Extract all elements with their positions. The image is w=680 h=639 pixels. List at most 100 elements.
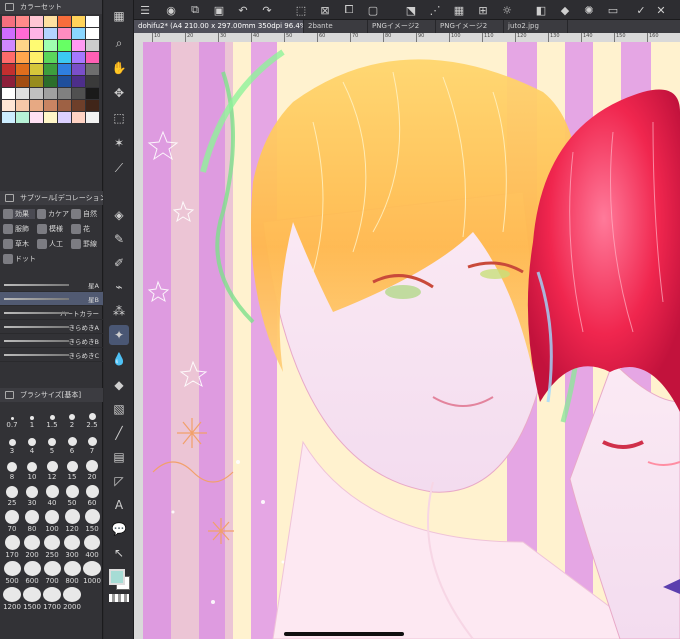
color-swatch[interactable] (44, 64, 57, 75)
clear-icon[interactable]: ⊠ (318, 3, 332, 17)
brush-size-option[interactable]: 1000 (82, 561, 102, 585)
sub-tool-tab[interactable]: 効果 (3, 208, 35, 219)
color-swatch[interactable] (58, 40, 71, 51)
brush-size-option[interactable]: 100 (42, 509, 62, 533)
ruler-toggle-icon[interactable]: ⊞ (476, 3, 490, 17)
color-swatch[interactable] (2, 40, 15, 51)
color-swatch[interactable] (2, 52, 15, 63)
close-icon[interactable]: ✕ (654, 3, 668, 17)
layers-icon[interactable]: ⧉ (188, 3, 202, 17)
crop-icon[interactable]: ▭ (606, 3, 620, 17)
transform-icon[interactable]: ⬔ (404, 3, 418, 17)
document-tab[interactable]: PNGイメージ2 (436, 20, 504, 33)
color-swatch[interactable] (86, 64, 99, 75)
color-swatch[interactable] (16, 64, 29, 75)
brush-item[interactable]: 星A (0, 278, 103, 292)
color-swatch[interactable] (72, 112, 85, 123)
color-swatch[interactable] (72, 100, 85, 111)
flip-icon[interactable]: ◧ (534, 3, 548, 17)
brush-size-option[interactable]: 300 (62, 535, 82, 559)
document-tab[interactable]: 2bante (304, 20, 368, 33)
brush-size-option[interactable]: 30 (22, 483, 42, 507)
color-swatch[interactable] (86, 28, 99, 39)
brush-size-option[interactable]: 3 (2, 431, 22, 455)
color-swatch[interactable] (44, 16, 57, 27)
color-swatch[interactable] (86, 76, 99, 87)
color-swatch[interactable] (30, 64, 43, 75)
brush-item[interactable]: ハートカラー (0, 306, 103, 320)
color-swatch[interactable] (2, 112, 15, 123)
brush-size-option[interactable]: 7 (82, 431, 102, 455)
brush-size-option[interactable]: 1.5 (42, 405, 62, 429)
sub-tool-header[interactable]: サブツール[デコレーション] (0, 191, 103, 205)
eyedropper-icon[interactable]: ⟋ (109, 158, 129, 178)
color-swatch[interactable] (16, 88, 29, 99)
brush-size-option[interactable]: 600 (22, 561, 42, 585)
brush-size-option[interactable]: 800 (62, 561, 82, 585)
ruler-tool-icon[interactable]: ◸ (109, 471, 129, 491)
brush-size-option[interactable]: 40 (42, 483, 62, 507)
brush-size-option[interactable]: 200 (22, 535, 42, 559)
redo-icon[interactable]: ↷ (260, 3, 274, 17)
color-swatch[interactable] (16, 52, 29, 63)
color-swatch[interactable] (86, 100, 99, 111)
pencil-icon[interactable]: ✐ (109, 253, 129, 273)
gradient-icon[interactable]: ▧ (109, 399, 129, 419)
color-swatch[interactable] (58, 64, 71, 75)
transparent-color-swatch[interactable] (109, 594, 129, 602)
brush-size-option[interactable]: 2 (62, 405, 82, 429)
color-swatch[interactable] (72, 16, 85, 27)
grid-toggle-icon[interactable]: ▦ (452, 3, 466, 17)
color-swatch[interactable] (2, 76, 15, 87)
color-swatch[interactable] (58, 88, 71, 99)
brush-item[interactable]: きらめきC (0, 348, 103, 362)
color-swatch[interactable] (30, 88, 43, 99)
pen-icon[interactable]: ✎ (109, 229, 129, 249)
brush-size-option[interactable]: 700 (42, 561, 62, 585)
brush-size-option[interactable]: 80 (22, 509, 42, 533)
sub-tool-tab[interactable]: 自然 (71, 208, 103, 219)
color-swatch[interactable] (2, 88, 15, 99)
line-icon[interactable]: ╱ (109, 423, 129, 443)
eraser-icon[interactable]: ◈ (109, 205, 129, 225)
brush-size-option[interactable]: 250 (42, 535, 62, 559)
color-swatch[interactable] (44, 76, 57, 87)
color-swatch[interactable] (44, 88, 57, 99)
brush-size-option[interactable]: 60 (82, 483, 102, 507)
color-swatch[interactable] (86, 40, 99, 51)
frame-icon[interactable]: ▤ (109, 447, 129, 467)
document-tab[interactable]: dohifu2* (A4 210.00 x 297.00mm 350dpi 96… (134, 20, 304, 33)
brush-size-option[interactable]: 400 (82, 535, 102, 559)
balloon-icon[interactable]: 💬 (109, 519, 129, 539)
brush-size-option[interactable]: 150 (82, 509, 102, 533)
save-icon[interactable]: ▣ (212, 3, 226, 17)
brush-size-option[interactable]: 1700 (42, 587, 62, 611)
brush-item[interactable]: 星B (0, 292, 103, 306)
brush-size-option[interactable]: 25 (2, 483, 22, 507)
fill-drop-icon[interactable]: ◆ (558, 3, 572, 17)
color-swatch[interactable] (86, 52, 99, 63)
magic-wand-icon[interactable]: ✶ (109, 133, 129, 153)
undo-icon[interactable]: ↶ (236, 3, 250, 17)
snap-icon[interactable]: ⋰ (428, 3, 442, 17)
color-swatch[interactable] (72, 28, 85, 39)
sub-tool-tab[interactable]: カケア (37, 208, 69, 219)
color-swatch[interactable] (58, 76, 71, 87)
color-swatch[interactable] (72, 40, 85, 51)
grid-icon[interactable]: ▦ (109, 6, 129, 26)
foreground-color-swatch[interactable] (109, 569, 125, 585)
sub-tool-tab[interactable]: 模様 (37, 223, 69, 234)
color-swatch[interactable] (58, 100, 71, 111)
document-tab[interactable]: PNGイメージ2 (368, 20, 436, 33)
brush-item[interactable]: きらめきB (0, 334, 103, 348)
move-icon[interactable]: ✥ (109, 83, 129, 103)
color-swatch[interactable] (16, 112, 29, 123)
color-swatch[interactable] (30, 28, 43, 39)
fill-icon[interactable]: ◆ (109, 375, 129, 395)
color-swatch[interactable] (58, 16, 71, 27)
color-swatch[interactable] (30, 112, 43, 123)
sub-tool-tab[interactable]: 花 (71, 223, 103, 234)
paste-icon[interactable]: ▢ (366, 3, 380, 17)
color-swatch[interactable] (30, 100, 43, 111)
brush-size-option[interactable]: 15 (62, 457, 82, 481)
